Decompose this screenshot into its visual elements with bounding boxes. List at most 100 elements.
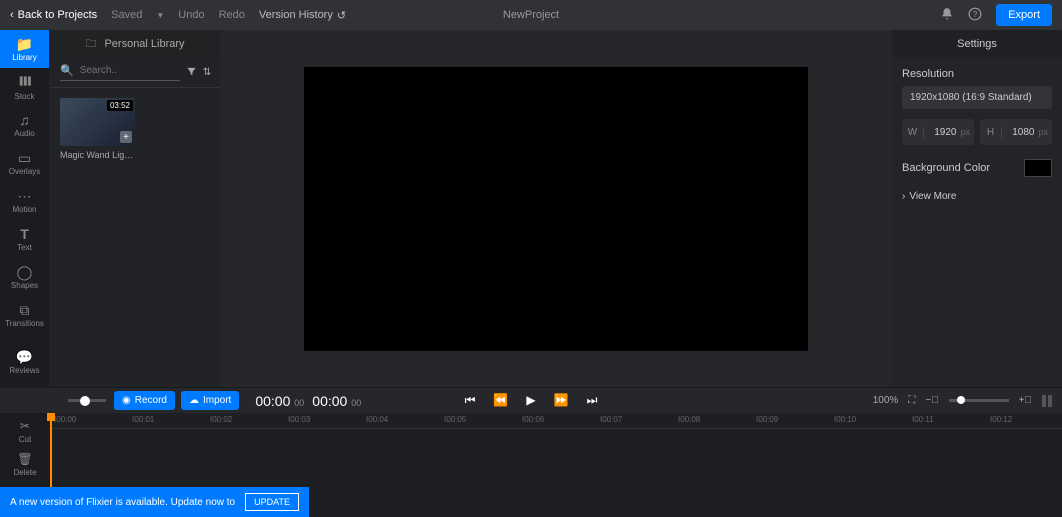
sidebar-item-label: Motion [12, 205, 36, 214]
play-icon[interactable]: ▶ [526, 393, 535, 408]
sidebar-item-transitions[interactable]: ⧉ Transitions [0, 296, 49, 334]
video-preview[interactable] [304, 67, 808, 351]
history-icon: ↺ [337, 9, 346, 22]
volume-slider[interactable] [68, 399, 106, 402]
zoom-slider[interactable] [949, 399, 1009, 402]
timeline-tick: I00:00 [54, 415, 76, 424]
stock-icon [18, 74, 32, 90]
back-to-projects-button[interactable]: ‹ Back to Projects [10, 9, 97, 21]
snap-icon[interactable] [1042, 395, 1052, 407]
filter-icon[interactable] [186, 66, 197, 80]
sidebar-item-label: Audio [14, 129, 34, 138]
cloud-icon: ☁ [189, 395, 199, 406]
zoom-out-icon[interactable]: −⃝ [925, 395, 938, 406]
sidebar-item-text[interactable]: T Text [0, 220, 49, 258]
version-history-button[interactable]: Version History ↺ [259, 9, 346, 22]
sidebar-item-label: Shapes [11, 281, 38, 290]
sidebar-item-label: Reviews [9, 366, 39, 375]
saved-status: Saved [111, 9, 142, 21]
motion-icon: ⋯ [18, 189, 32, 203]
main-area: 📁 Library Stock ♫ Audio ▭ Overlays ⋯ Mot… [0, 30, 1062, 387]
sidebar-item-motion[interactable]: ⋯ Motion [0, 182, 49, 220]
delete-button[interactable]: 🗑Delete [13, 452, 36, 477]
forward-icon[interactable]: ⏩ [554, 393, 569, 408]
height-value[interactable]: 1080 [1002, 127, 1038, 138]
project-title[interactable]: NewProject [503, 9, 559, 21]
music-icon: ♫ [19, 113, 30, 127]
time-total-ms: 00 [351, 398, 361, 408]
time-display: 00:00 00 00:00 00 [255, 393, 361, 409]
chat-icon: 💬 [16, 350, 33, 364]
text-icon: T [20, 227, 29, 241]
import-button[interactable]: ☁ Import [181, 391, 239, 410]
record-button[interactable]: ◉ Record [114, 391, 175, 410]
search-input-wrap[interactable]: 🔍 [60, 64, 180, 81]
shapes-icon: ◯ [17, 265, 33, 279]
time-total: 00:00 [312, 393, 347, 409]
export-button[interactable]: Export [996, 4, 1052, 26]
library-header-label: Personal Library [104, 38, 184, 50]
svg-text:?: ? [973, 9, 978, 18]
update-text: A new version of Flixier is available. U… [10, 497, 235, 508]
folder-icon: 🗀 [85, 35, 96, 54]
chevron-down-icon[interactable]: ▼ [156, 11, 164, 20]
sort-icon[interactable]: ⇅ [203, 67, 211, 78]
search-input[interactable] [80, 65, 180, 76]
sidebar-item-library[interactable]: 📁 Library [0, 30, 49, 68]
sidebar-item-label: Stock [14, 92, 34, 101]
skip-end-icon[interactable]: ⏭ [587, 393, 598, 408]
timeline-tick: I00:07 [600, 415, 622, 424]
sidebar-item-reviews[interactable]: 💬 Reviews [0, 343, 49, 381]
width-value[interactable]: 1920 [924, 127, 960, 138]
topbar: ‹ Back to Projects Saved ▼ Undo Redo Ver… [0, 0, 1062, 30]
resolution-select[interactable]: 1920x1080 (16:9 Standard) [902, 86, 1052, 109]
rewind-icon[interactable]: ⏪ [493, 393, 508, 408]
library-header[interactable]: 🗀 Personal Library [50, 30, 220, 58]
cut-label: Cut [19, 435, 31, 444]
cut-button[interactable]: ✂ Cut [19, 419, 31, 444]
library-search-row: 🔍 ⇅ [50, 58, 220, 88]
resolution-label: Resolution [902, 68, 1052, 80]
time-current: 00:00 [255, 393, 290, 409]
height-label: H [980, 127, 1002, 138]
view-more-label: View More [909, 191, 956, 202]
sidebar-item-audio[interactable]: ♫ Audio [0, 106, 49, 144]
view-more-button[interactable]: › View More [902, 191, 1052, 202]
zoom-thumb[interactable] [957, 396, 965, 404]
redo-button[interactable]: Redo [219, 9, 245, 21]
width-label: W [902, 127, 924, 138]
skip-start-icon[interactable]: ⏮ [465, 393, 476, 408]
zoom-in-icon[interactable]: +⃝ [1019, 395, 1032, 406]
sidebar-item-shapes[interactable]: ◯ Shapes [0, 258, 49, 296]
undo-button[interactable]: Undo [178, 9, 204, 21]
timeline-tick: I00:11 [912, 415, 934, 424]
timeline-tick: I00:04 [366, 415, 388, 424]
volume-thumb[interactable] [80, 396, 90, 406]
add-clip-button[interactable]: + [120, 131, 132, 143]
help-icon[interactable]: ? [968, 7, 982, 24]
timeline-tick: I00:10 [834, 415, 856, 424]
preview-area [220, 30, 892, 387]
width-field[interactable]: W 1920 px [902, 119, 974, 145]
update-banner: A new version of Flixier is available. U… [0, 487, 309, 517]
scissors-icon: ✂ [20, 419, 30, 433]
bell-icon[interactable] [940, 7, 954, 24]
record-icon: ◉ [122, 395, 131, 406]
clip-thumbnail: 03:52 + [60, 98, 135, 146]
bg-color-swatch[interactable] [1024, 159, 1052, 177]
timeline-tick: I00:06 [522, 415, 544, 424]
sidebar-item-overlays[interactable]: ▭ Overlays [0, 144, 49, 182]
search-icon: 🔍 [60, 64, 74, 77]
folder-icon: 📁 [16, 37, 33, 51]
update-button[interactable]: UPDATE [245, 493, 299, 511]
timeline-tick: I00:05 [444, 415, 466, 424]
sidebar-item-stock[interactable]: Stock [0, 68, 49, 106]
media-clip[interactable]: 03:52 + Magic Wand Light... [60, 98, 135, 160]
height-field[interactable]: H 1080 px [980, 119, 1052, 145]
zoom-level: 100% [873, 395, 899, 406]
clip-label: Magic Wand Light... [60, 150, 135, 160]
fullscreen-icon[interactable]: ⛶ [908, 395, 915, 406]
timeline-ruler[interactable]: I00:00 I00:01 I00:02 I00:03 I00:04 I00:0… [50, 413, 1062, 429]
chevron-right-icon: › [902, 191, 905, 202]
playback-controls: ⏮ ⏪ ▶ ⏩ ⏭ [465, 393, 598, 408]
